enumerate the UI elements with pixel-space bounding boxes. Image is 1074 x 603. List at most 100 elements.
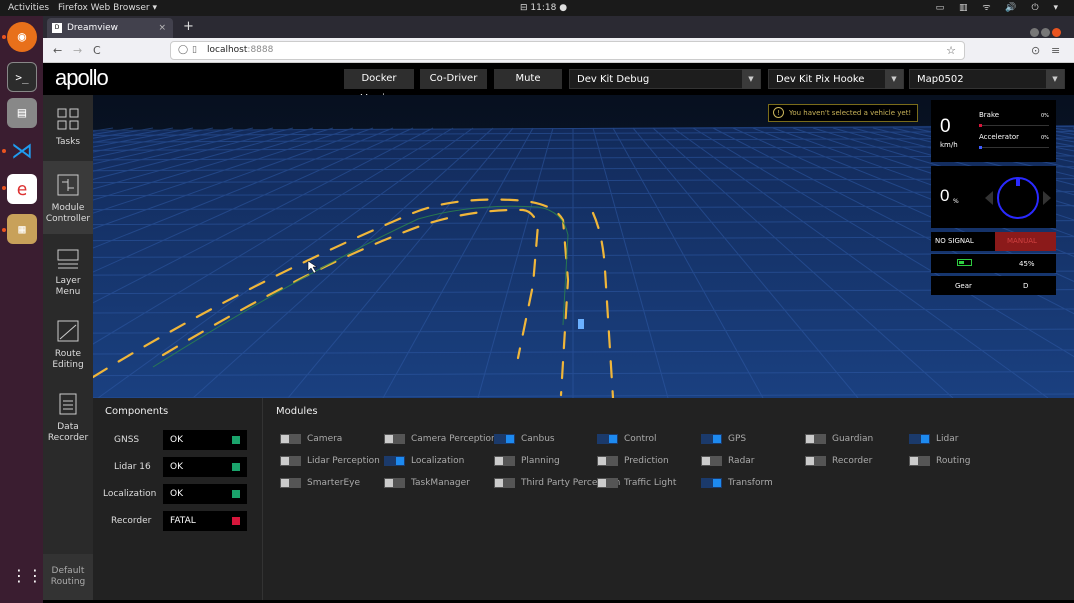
new-tab-button[interactable]: +: [183, 16, 194, 38]
driving-mode-badge: MANUAL: [995, 232, 1056, 251]
vscode-icon[interactable]: ⋊: [7, 136, 37, 166]
mode-select[interactable]: Dev Kit Debug ▼: [569, 69, 761, 89]
components-panel: Components GNSS OK Lidar 16 OK Localizat…: [93, 398, 263, 600]
clock[interactable]: ⊟ 11:18 ●: [520, 0, 567, 16]
toggle-knob: [495, 457, 503, 465]
toggle-switch[interactable]: [280, 434, 301, 444]
system-top-bar: Activities Firefox Web Browser ▾ ⊟ 11:18…: [0, 0, 1074, 16]
scene-3d-view[interactable]: ! You haven't selected a vehicle yet! 0 …: [93, 95, 1074, 398]
toggle-switch[interactable]: [494, 434, 515, 444]
module-label: Prediction: [624, 456, 669, 466]
toggle-switch[interactable]: [805, 456, 826, 466]
sidebar-item-tasks[interactable]: Tasks: [43, 95, 93, 168]
page-icon[interactable]: ▯: [192, 42, 197, 59]
firefox-icon[interactable]: ◉: [7, 22, 37, 52]
module-label: Control: [624, 434, 657, 444]
battery-icon: [957, 259, 972, 266]
toggle-switch[interactable]: [909, 456, 930, 466]
module-label: SmarterEye: [307, 478, 361, 488]
tab-dreamview[interactable]: D Dreamview ×: [47, 18, 173, 38]
battery-level-fill: [959, 261, 964, 264]
toggle-switch[interactable]: [701, 434, 722, 444]
default-routing-label: Default Routing: [50, 566, 86, 587]
mute-button[interactable]: Mute: [494, 69, 562, 89]
toggle-knob: [385, 479, 393, 487]
gear-value: D: [1023, 282, 1029, 290]
module-label: Guardian: [832, 434, 874, 444]
speed-unit: km/h: [940, 141, 958, 149]
status-indicator: [232, 436, 240, 444]
forward-button[interactable]: →: [73, 38, 82, 63]
toggle-switch[interactable]: [909, 434, 930, 444]
browser-tab-bar: D Dreamview × +: [43, 16, 1074, 38]
component-row-recorder: Recorder FATAL: [103, 511, 253, 531]
accelerator-bar: [979, 146, 1049, 149]
toggle-switch[interactable]: [384, 434, 405, 444]
module-label: Radar: [728, 456, 755, 466]
vehicle-marker: [578, 319, 584, 329]
sidebar-item-module-controller[interactable]: Module Controller: [43, 161, 93, 234]
warning-text: You haven't selected a vehicle yet!: [789, 109, 912, 117]
archive-icon[interactable]: ▦: [7, 214, 37, 244]
toggle-knob: [702, 457, 710, 465]
toggle-knob: [806, 435, 814, 443]
warning-toast: ! You haven't selected a vehicle yet!: [768, 104, 918, 122]
toggle-switch[interactable]: [597, 434, 618, 444]
toggle-switch[interactable]: [384, 456, 405, 466]
toggle-knob: [396, 457, 404, 465]
toggle-knob: [495, 479, 503, 487]
system-tray[interactable]: ▭ ▥ ᯤ 🔊 ⏻ ▾: [936, 0, 1064, 16]
steering-unit: %: [953, 198, 959, 205]
dock: ◉ >_ ▤ ⋊ e ▦ ⋮⋮⋮: [0, 16, 59, 603]
module-label: Routing: [936, 456, 971, 466]
sidebar-item-route-editing[interactable]: Route Editing: [43, 307, 93, 380]
toggle-knob: [281, 435, 289, 443]
scene-canvas[interactable]: [93, 95, 1074, 398]
maximize-icon[interactable]: [1041, 28, 1050, 37]
url-bar[interactable]: ◯ ▯ localhost:8888 ☆: [170, 41, 965, 60]
toggle-switch[interactable]: [701, 478, 722, 488]
sidebar-item-layer-menu[interactable]: Layer Menu: [43, 234, 93, 307]
docker-version-button[interactable]: Docker Version: [344, 69, 414, 104]
editor-icon[interactable]: e: [7, 174, 37, 204]
co-driver-button[interactable]: Co-Driver: [420, 69, 487, 89]
brake-value: 0%: [1041, 113, 1049, 119]
component-name: Lidar 16: [114, 462, 151, 472]
activities-button[interactable]: Activities: [8, 0, 49, 16]
toggle-switch[interactable]: [597, 456, 618, 466]
back-button[interactable]: ←: [53, 38, 62, 63]
sidebar-item-data-recorder[interactable]: Data Recorder: [43, 380, 93, 453]
app-menu[interactable]: Firefox Web Browser ▾: [58, 0, 157, 16]
route-editing-icon: [56, 319, 80, 343]
toggle-switch[interactable]: [494, 456, 515, 466]
pocket-icon[interactable]: ⊙: [1031, 38, 1040, 63]
menu-icon[interactable]: ≡: [1051, 38, 1060, 63]
gear-panel: Gear D: [931, 276, 1056, 295]
vehicle-select[interactable]: Dev Kit Pix Hooke ▼: [768, 69, 904, 89]
bookmark-star-icon[interactable]: ☆: [946, 42, 956, 59]
toggle-switch[interactable]: [701, 456, 722, 466]
files-icon[interactable]: ▤: [7, 98, 37, 128]
component-row-lidar: Lidar 16 OK: [103, 457, 253, 477]
minimize-icon[interactable]: [1030, 28, 1039, 37]
toggle-switch[interactable]: [280, 456, 301, 466]
toggle-switch[interactable]: [384, 478, 405, 488]
terminal-icon[interactable]: >_: [7, 62, 37, 92]
toggle-switch[interactable]: [280, 478, 301, 488]
component-name: Localization: [103, 489, 157, 499]
reload-button[interactable]: C: [93, 38, 101, 63]
map-select[interactable]: Map0502 ▼: [909, 69, 1065, 89]
status-indicator: [232, 490, 240, 498]
speed-value: 0: [940, 116, 951, 137]
toggle-switch[interactable]: [805, 434, 826, 444]
toggle-knob: [921, 435, 929, 443]
default-routing-button[interactable]: Default Routing: [43, 554, 93, 600]
close-window-icon[interactable]: [1052, 28, 1061, 37]
tab-close-icon[interactable]: ×: [158, 18, 166, 38]
toggle-switch[interactable]: [494, 478, 515, 488]
toggle-switch[interactable]: [597, 478, 618, 488]
module-label: Localization: [411, 456, 465, 466]
component-name: Recorder: [111, 516, 152, 526]
accelerator-bar-fill: [979, 146, 982, 149]
shield-icon[interactable]: ◯: [178, 42, 188, 59]
